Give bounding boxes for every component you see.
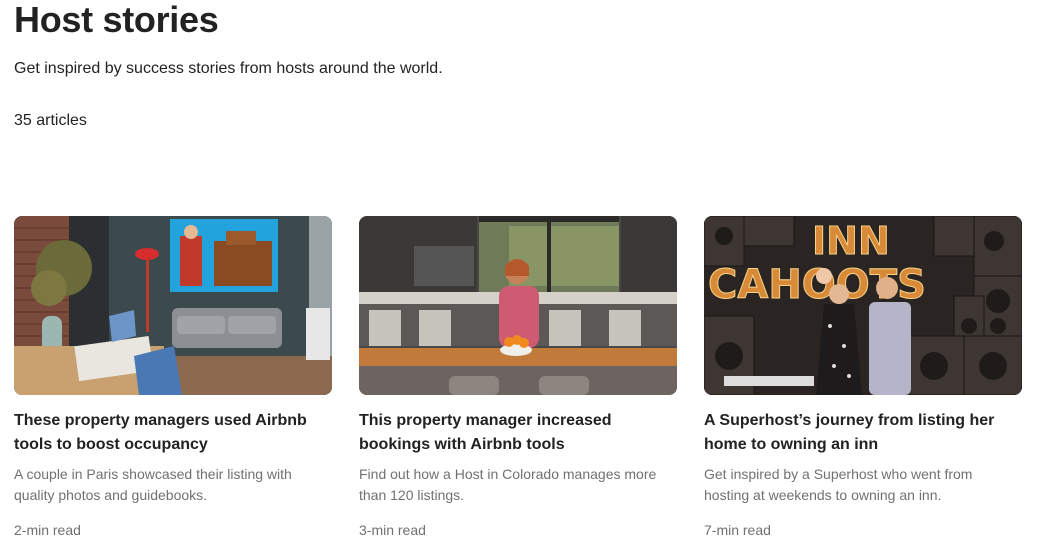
read-time: 7-min read (704, 522, 771, 538)
article-count: 35 articles (14, 112, 87, 129)
svg-text:INN: INN (812, 219, 890, 263)
living-room-photo (14, 216, 332, 395)
article-description: A couple in Paris showcased their listin… (14, 466, 292, 503)
page-subtitle: Get inspired by success stories from hos… (14, 60, 443, 77)
read-time: 2-min read (14, 522, 81, 538)
kitchen-photo (359, 216, 677, 395)
article-thumbnail[interactable] (359, 216, 677, 395)
article-card[interactable]: INN CAHOOTS A Superhost’s journey from l… (704, 216, 1022, 538)
article-card[interactable]: This property manager increased bookings… (359, 216, 677, 538)
article-title[interactable]: This property manager increased bookings… (359, 409, 659, 457)
article-card[interactable]: These property managers used Airbnb tool… (14, 216, 332, 538)
article-description: Find out how a Host in Colorado manages … (359, 466, 657, 503)
article-title[interactable]: These property managers used Airbnb tool… (14, 409, 314, 457)
article-description: Get inspired by a Superhost who went fro… (704, 466, 973, 503)
read-time: 3-min read (359, 522, 426, 538)
article-thumbnail[interactable] (14, 216, 332, 395)
inn-cahoots-photo: INN CAHOOTS (704, 216, 1022, 395)
page-title: Host stories (14, 0, 219, 40)
article-title[interactable]: A Superhost’s journey from listing her h… (704, 409, 1004, 457)
article-thumbnail[interactable]: INN CAHOOTS (704, 216, 1022, 395)
